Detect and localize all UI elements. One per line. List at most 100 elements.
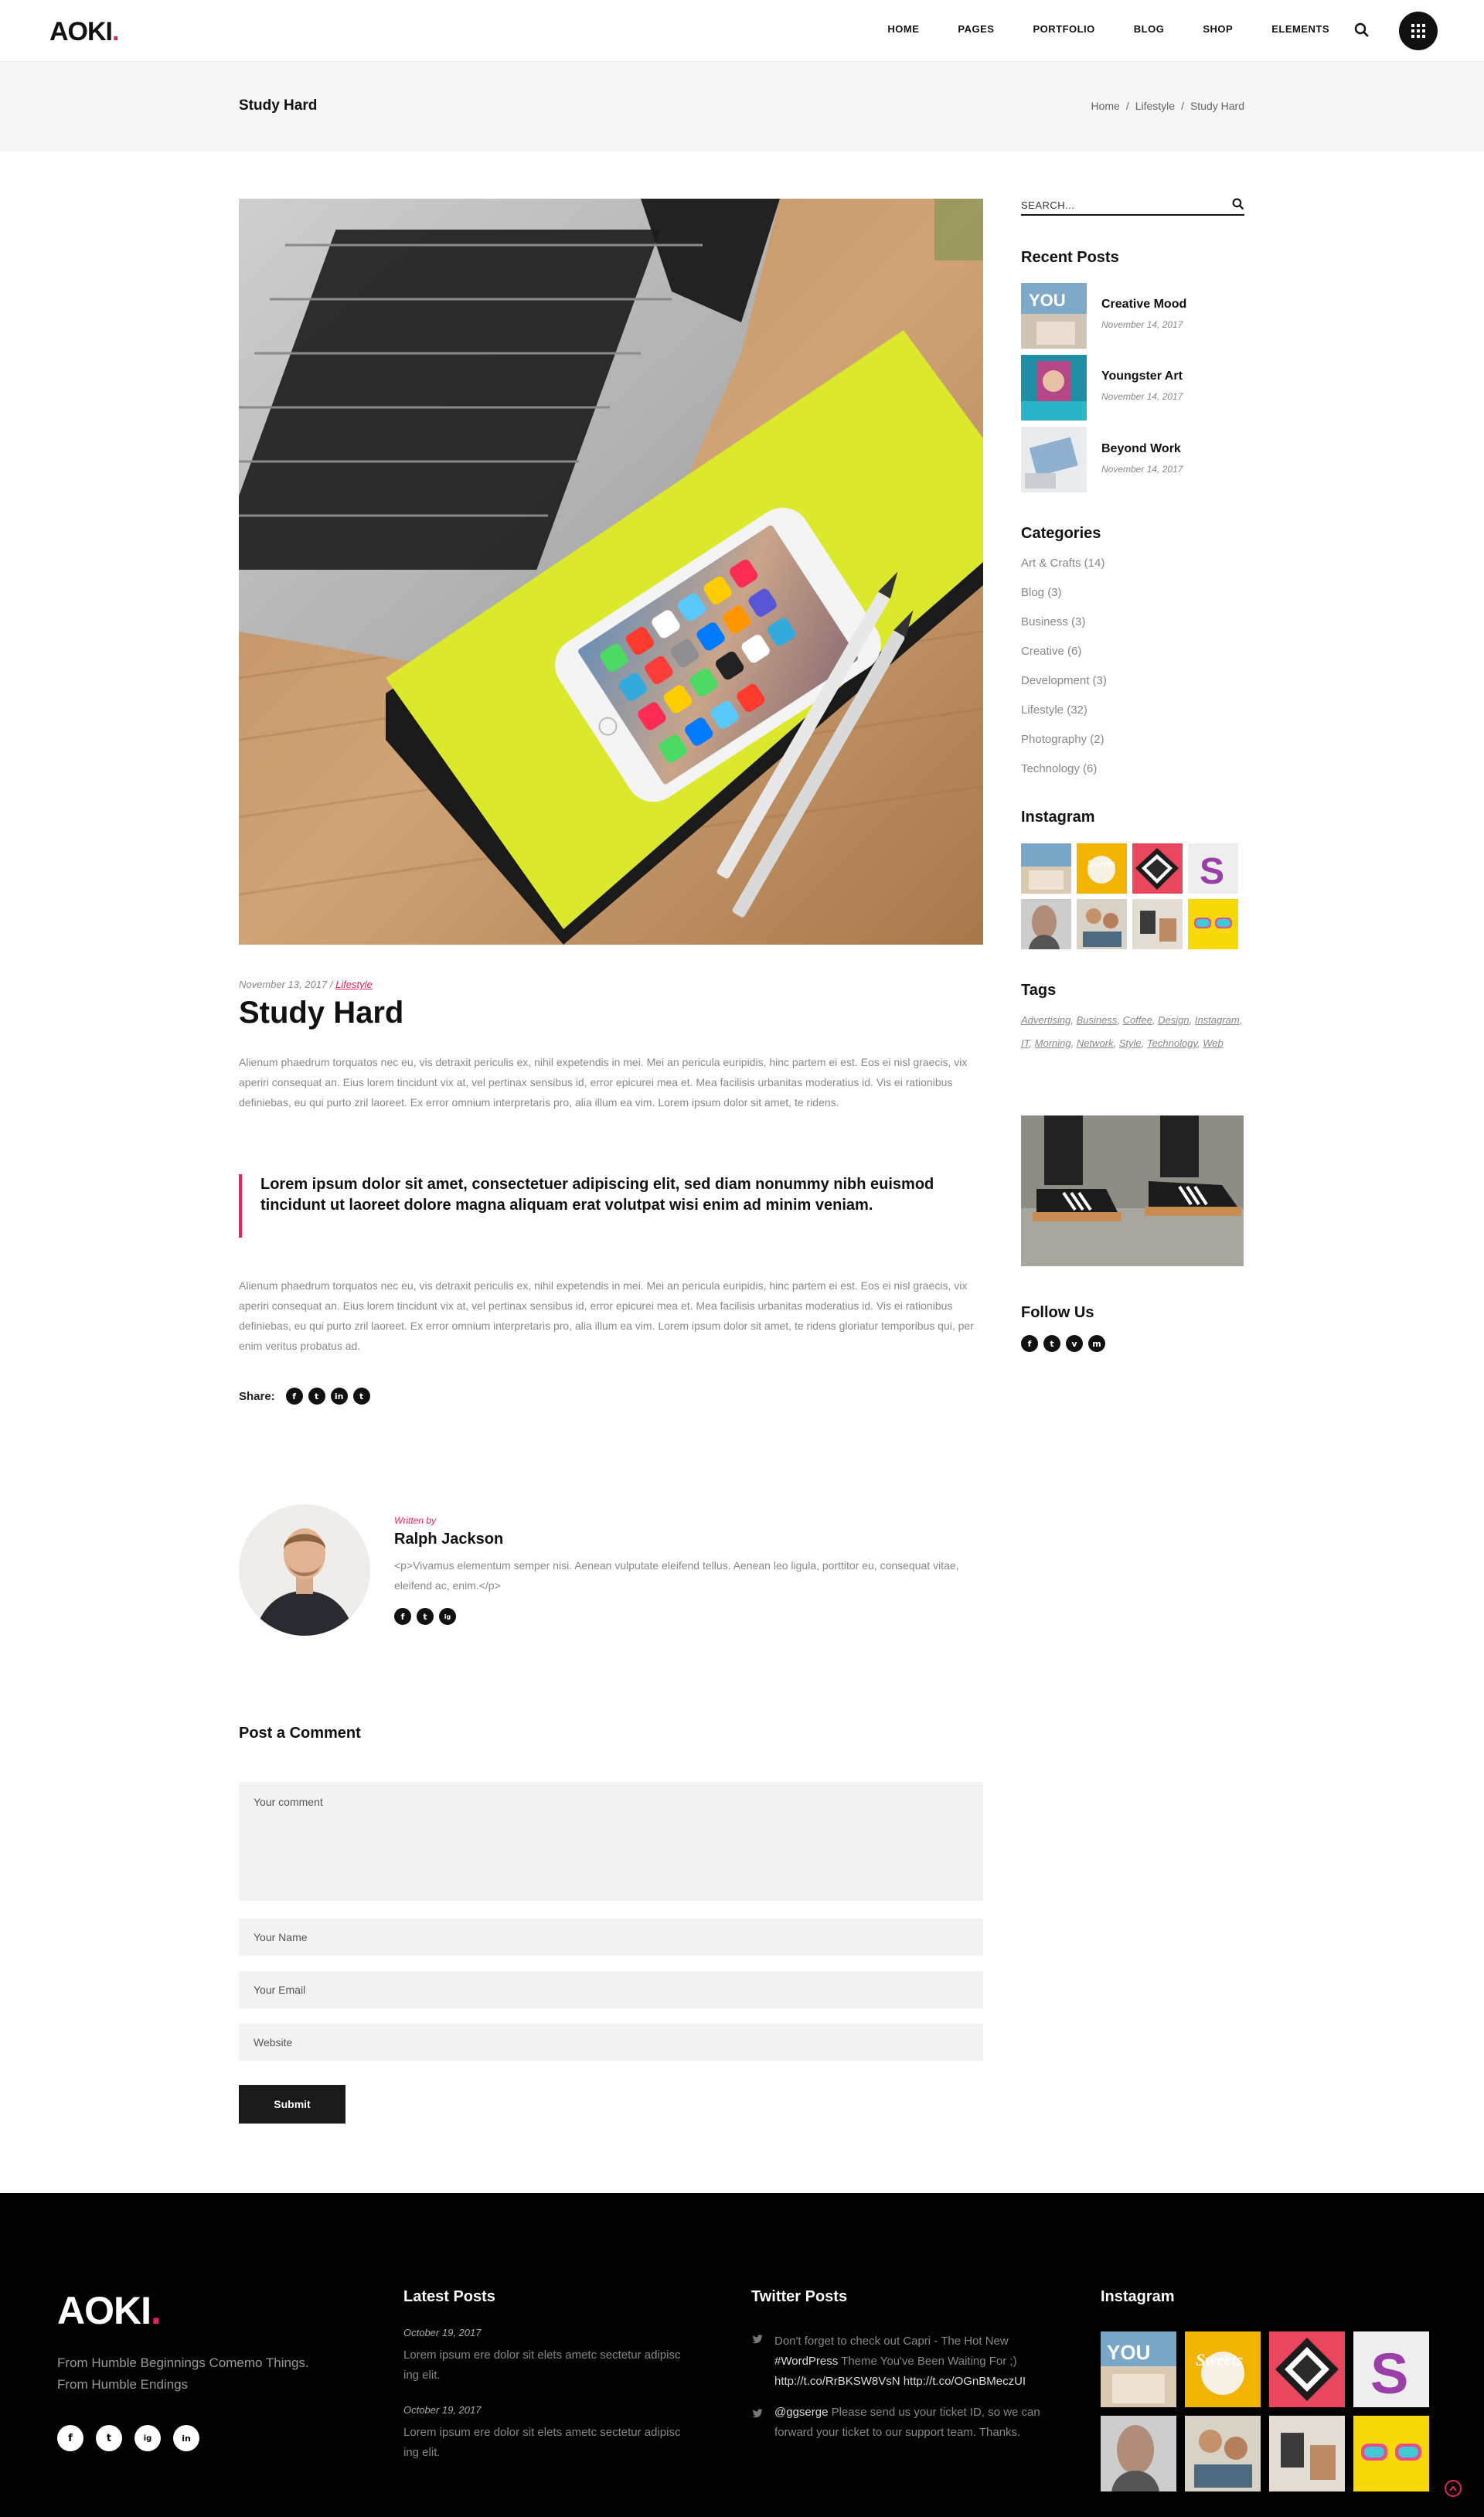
instagram-thumb[interactable]: [1021, 843, 1071, 894]
instagram-thumb[interactable]: [1353, 2416, 1429, 2491]
footer-instagram-title: Instagram: [1101, 2288, 1175, 2305]
search-icon[interactable]: [1354, 22, 1370, 38]
tag-link[interactable]: Style: [1119, 1037, 1142, 1049]
comment-textarea[interactable]: [239, 1782, 983, 1901]
recent-post-date: November 14, 2017: [1101, 391, 1183, 402]
footer-post-date: October 19, 2017: [403, 2404, 482, 2416]
facebook-icon[interactable]: f: [285, 1388, 303, 1405]
facebook-icon[interactable]: f: [394, 1608, 411, 1625]
instagram-thumb[interactable]: [1077, 899, 1127, 949]
instagram-thumb[interactable]: [1132, 843, 1183, 894]
instagram-thumb[interactable]: S: [1353, 2331, 1429, 2407]
menu-grid-button[interactable]: [1399, 12, 1438, 50]
recent-post-title[interactable]: Creative Mood: [1101, 298, 1186, 312]
nav-elements[interactable]: ELEMENTS: [1271, 23, 1329, 35]
category-link[interactable]: Creative (6): [1021, 645, 1081, 658]
tag-link[interactable]: Morning: [1035, 1037, 1071, 1049]
svg-text:YOU: YOU: [1029, 291, 1066, 310]
tag-link[interactable]: Advertising: [1021, 1014, 1070, 1026]
facebook-icon[interactable]: f: [1021, 1335, 1038, 1352]
twitter-icon[interactable]: t: [96, 2425, 122, 2451]
svg-text:Sweets: Sweets: [1087, 857, 1115, 869]
site-header: AOKI. HOME PAGES PORTFOLIO BLOG SHOP ELE…: [0, 0, 1484, 62]
breadcrumb-home[interactable]: Home: [1091, 100, 1119, 112]
linkedin-icon[interactable]: in: [330, 1388, 348, 1405]
instagram-icon[interactable]: ig: [134, 2425, 161, 2451]
category-link[interactable]: Technology (6): [1021, 762, 1097, 775]
tag-link[interactable]: Instagram: [1195, 1014, 1240, 1026]
page-title-bar: Study Hard Home / Lifestyle / Study Hard: [0, 62, 1484, 152]
post-featured-image: [239, 199, 983, 945]
twitter-icon[interactable]: t: [1043, 1335, 1060, 1352]
nav-blog[interactable]: BLOG: [1134, 23, 1165, 35]
sidebar-banner-image[interactable]: [1021, 1115, 1244, 1266]
instagram-thumb[interactable]: [1185, 2416, 1261, 2491]
tag-link[interactable]: Design: [1158, 1014, 1189, 1026]
category-link[interactable]: Blog (3): [1021, 586, 1062, 599]
post-category-link[interactable]: Lifestyle: [335, 979, 373, 990]
category-link[interactable]: Photography (2): [1021, 733, 1104, 746]
recent-post-title[interactable]: Youngster Art: [1101, 370, 1183, 383]
recent-post-title[interactable]: Beyond Work: [1101, 442, 1181, 456]
instagram-icon[interactable]: ig: [439, 1608, 456, 1625]
instagram-thumb[interactable]: [1269, 2416, 1345, 2491]
tag-link[interactable]: Network: [1077, 1037, 1114, 1049]
chevron-up-icon: [1449, 2485, 1457, 2491]
mention-link[interactable]: @ggserge: [774, 2406, 828, 2419]
category-link[interactable]: Art & Crafts (14): [1021, 557, 1104, 570]
breadcrumb-lifestyle[interactable]: Lifestyle: [1135, 100, 1175, 112]
category-link[interactable]: Development (3): [1021, 674, 1107, 687]
website-field[interactable]: [239, 2024, 983, 2061]
instagram-thumb[interactable]: [1188, 899, 1238, 949]
instagram-thumb[interactable]: [1269, 2331, 1345, 2407]
tag-link[interactable]: IT: [1021, 1037, 1029, 1049]
tag-link[interactable]: Technology: [1147, 1037, 1197, 1049]
svg-text:Sweets: Sweets: [1196, 2350, 1243, 2369]
sidebar-search-input[interactable]: [1021, 196, 1214, 214]
post-paragraph-2: Alienum phaedrum torquatos nec eu, vis d…: [239, 1279, 974, 1352]
instagram-thumb[interactable]: [1021, 899, 1071, 949]
tag-link[interactable]: Coffee: [1123, 1014, 1152, 1026]
name-field[interactable]: [239, 1919, 983, 1956]
recent-post-thumb[interactable]: YOU: [1021, 283, 1087, 349]
nav-home[interactable]: HOME: [887, 23, 919, 35]
category-link[interactable]: Lifestyle (32): [1021, 703, 1087, 717]
footer-logo[interactable]: AOKI.: [57, 2288, 162, 2333]
mail-icon[interactable]: m: [1088, 1335, 1105, 1352]
facebook-icon[interactable]: f: [57, 2425, 83, 2451]
twitter-icon[interactable]: t: [308, 1388, 325, 1405]
instagram-thumb[interactable]: [1132, 899, 1183, 949]
linkedin-icon[interactable]: in: [173, 2425, 199, 2451]
footer-post-link[interactable]: Lorem ipsum ere dolor sit elets ametc se…: [403, 2423, 682, 2463]
hashtag-link[interactable]: #WordPress: [774, 2355, 838, 2368]
recent-post-thumb[interactable]: [1021, 355, 1087, 421]
footer-post-link[interactable]: Lorem ipsum ere dolor sit elets ametc se…: [403, 2345, 682, 2386]
nav-portfolio[interactable]: PORTFOLIO: [1033, 23, 1094, 35]
site-logo[interactable]: AOKI.: [49, 17, 120, 47]
follow-icons: f t v m: [1021, 1335, 1111, 1352]
nav-pages[interactable]: PAGES: [958, 23, 994, 35]
instagram-thumb[interactable]: S: [1188, 843, 1238, 894]
page-title: Study Hard: [239, 97, 318, 114]
back-to-top-button[interactable]: [1445, 2480, 1462, 2497]
submit-button[interactable]: Submit: [239, 2085, 345, 2124]
search-icon[interactable]: [1232, 198, 1244, 210]
twitter-icon[interactable]: t: [417, 1608, 434, 1625]
tag-link[interactable]: Web: [1203, 1037, 1224, 1049]
instagram-thumb[interactable]: [1101, 2416, 1176, 2491]
email-field[interactable]: [239, 1971, 983, 2008]
footer-tagline: From Humble Beginnings Comemo Things. Fr…: [57, 2355, 309, 2392]
tag-link[interactable]: Business: [1077, 1014, 1118, 1026]
instagram-thumb[interactable]: YOU: [1101, 2331, 1176, 2407]
main-nav: HOME PAGES PORTFOLIO BLOG SHOP ELEMENTS: [849, 23, 1329, 35]
category-link[interactable]: Business (3): [1021, 615, 1085, 628]
tweet-url-link[interactable]: http://t.co/RrBKSW8VsN http://t.co/OGnBM…: [774, 2375, 1026, 2388]
svg-text:YOU: YOU: [1107, 2341, 1150, 2364]
nav-shop[interactable]: SHOP: [1203, 23, 1233, 35]
vimeo-icon[interactable]: v: [1066, 1335, 1083, 1352]
recent-post-thumb[interactable]: [1021, 427, 1087, 492]
instagram-thumb[interactable]: Sweets: [1185, 2331, 1261, 2407]
instagram-thumb[interactable]: Sweets: [1077, 843, 1127, 894]
twitter-icon: [752, 2335, 763, 2344]
tumblr-icon[interactable]: t: [352, 1388, 370, 1405]
